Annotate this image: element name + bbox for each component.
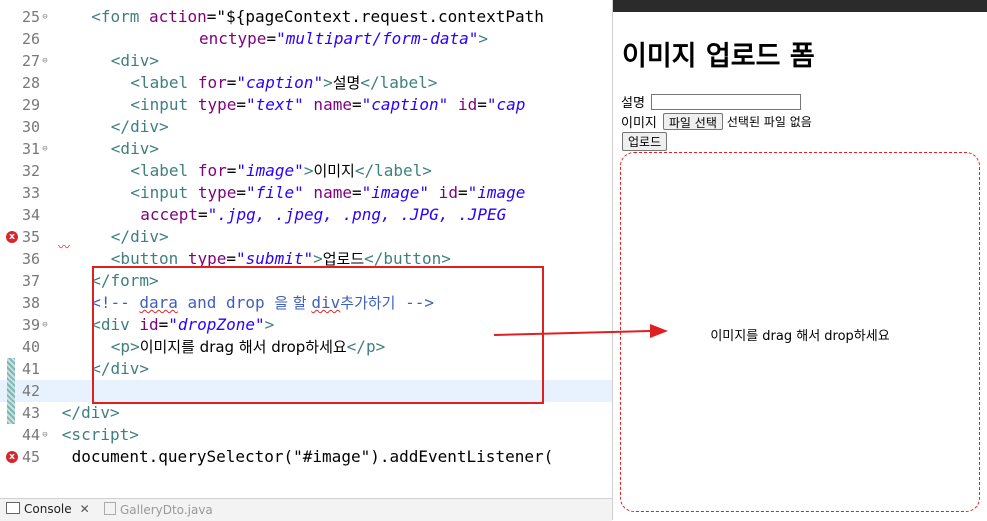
code-text: <label for="caption">설명</label> bbox=[130, 73, 438, 92]
browser-preview: 이미지 업로드 폼 설명 이미지 파일 선택 선택된 파일 없음 업로드 이미지… bbox=[612, 0, 987, 520]
code-line-32: 32 <label for="image">이미지</label> bbox=[0, 160, 612, 182]
tab-console[interactable]: Console ✕ bbox=[6, 502, 90, 516]
line-number: 31 bbox=[21, 140, 40, 158]
page-title: 이미지 업로드 폼 bbox=[622, 41, 815, 72]
drop-zone[interactable]: 이미지를 drag 해서 drop하세요 bbox=[620, 152, 980, 512]
code-text: <form action="${pageContext.request.cont… bbox=[91, 7, 544, 26]
fold-toggle-icon[interactable]: ⊖ bbox=[40, 424, 50, 446]
line-number: 34 bbox=[21, 206, 40, 224]
line-number: 37 bbox=[21, 272, 40, 290]
image-label: 이미지 bbox=[621, 116, 657, 131]
code-text: enctype="multipart/form-data"> bbox=[199, 29, 489, 48]
code-text: <input type="file" name="image" id="imag… bbox=[130, 183, 526, 202]
code-editor[interactable]: 25 ⊖ <form action="${pageContext.request.c… bbox=[0, 0, 612, 498]
close-icon[interactable]: ✕ bbox=[80, 502, 90, 516]
code-text: <label for="image">이미지</label> bbox=[130, 161, 432, 180]
code-line-26: 26 enctype="multipart/form-data"> bbox=[0, 28, 612, 50]
line-number: 43 bbox=[21, 404, 40, 422]
line-number: 28 bbox=[21, 74, 40, 92]
line-number: 36 bbox=[21, 250, 40, 268]
tab-gallery-dto[interactable]: GalleryDto.java bbox=[104, 502, 213, 517]
line-number: 27 bbox=[21, 52, 40, 70]
file-status-text: 선택된 파일 없음 bbox=[726, 115, 812, 129]
fold-toggle-icon[interactable]: ⊖ bbox=[40, 50, 50, 72]
line-number: 39 bbox=[21, 316, 40, 334]
code-line-33: 33 <input type="file" name="image" id="im… bbox=[0, 182, 612, 204]
line-number: 45 bbox=[21, 448, 40, 466]
warning-squiggle: 〰 bbox=[58, 240, 71, 254]
line-number: 25 bbox=[21, 8, 40, 26]
code-line-31: 31 ⊖ <div> bbox=[0, 138, 612, 160]
code-line-44: 44 ⊖ <script> bbox=[0, 424, 612, 446]
caption-input[interactable] bbox=[650, 93, 801, 110]
line-number: 41 bbox=[21, 360, 40, 378]
code-line-25: 25 ⊖ <form action="${pageContext.request.c… bbox=[0, 6, 612, 28]
image-row: 이미지 파일 선택 선택된 파일 없음 bbox=[621, 112, 812, 131]
line-number: 40 bbox=[21, 338, 40, 356]
code-line-45: x 45 document.querySelector("#image").addE… bbox=[0, 446, 612, 468]
code-line-43: 43 </div> bbox=[0, 402, 612, 424]
code-text: <div> bbox=[110, 139, 159, 158]
caption-row: 설명 bbox=[621, 92, 801, 111]
line-number: 26 bbox=[21, 30, 40, 48]
code-text: <div> bbox=[110, 51, 159, 70]
line-number: 38 bbox=[21, 294, 40, 312]
console-icon bbox=[6, 502, 20, 514]
line-number: 29 bbox=[21, 96, 40, 114]
browser-toolbar bbox=[613, 0, 987, 12]
fold-toggle-icon[interactable]: ⊖ bbox=[40, 314, 50, 336]
code-text: </div> bbox=[110, 227, 169, 246]
code-line-35: x 35 </div> bbox=[0, 226, 612, 248]
code-line-28: 28 <label for="caption">설명</label> bbox=[0, 72, 612, 94]
code-text: accept=".jpg, .jpeg, .png, .JPG, .JPEG bbox=[140, 205, 507, 224]
code-text: document.querySelector("#image").addEven… bbox=[71, 447, 554, 466]
upload-button[interactable]: 업로드 bbox=[622, 132, 668, 151]
code-line-27: 27 ⊖ <div> bbox=[0, 50, 612, 72]
code-text: <input type="text" name="caption" id="ca… bbox=[130, 95, 526, 114]
caption-label: 설명 bbox=[621, 96, 645, 111]
line-number: 44 bbox=[21, 426, 40, 444]
line-number: 35 bbox=[21, 228, 40, 246]
code-line-30: 30 </div> bbox=[0, 116, 612, 138]
line-number: 42 bbox=[21, 382, 40, 400]
annotation-highlight-box bbox=[92, 266, 544, 404]
line-number: 30 bbox=[21, 118, 40, 136]
drop-zone-text: 이미지를 drag 해서 drop하세요 bbox=[710, 329, 890, 344]
code-line-34: 34 accept=".jpg, .jpeg, .png, .JPG, .JPEG bbox=[0, 204, 612, 226]
code-text: </div> bbox=[110, 117, 169, 136]
fold-toggle-icon[interactable]: ⊖ bbox=[40, 138, 50, 160]
code-text: <script> bbox=[61, 425, 139, 444]
bottom-view-tabs: Console ✕ GalleryDto.java bbox=[0, 498, 612, 521]
fold-toggle-icon[interactable]: ⊖ bbox=[40, 6, 50, 28]
line-number: 33 bbox=[21, 184, 40, 202]
code-text: </div> bbox=[61, 403, 120, 422]
file-select-button[interactable]: 파일 선택 bbox=[662, 113, 723, 130]
line-number: 32 bbox=[21, 162, 40, 180]
code-line-29: 29 <input type="text" name="caption" id="… bbox=[0, 94, 612, 116]
java-file-icon bbox=[104, 502, 116, 515]
